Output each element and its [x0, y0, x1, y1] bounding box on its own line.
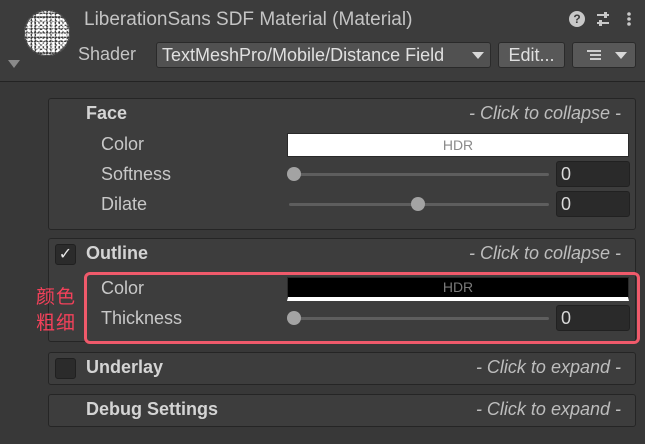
material-menu-button[interactable] — [572, 42, 636, 68]
outline-collapse-hint: - Click to collapse - — [468, 243, 621, 263]
face-color-field[interactable]: HDR — [287, 133, 629, 157]
underlay-enable-checkbox[interactable] — [55, 358, 76, 379]
debug-title: Debug Settings — [86, 399, 219, 419]
outline-enable-checkbox[interactable]: ✓ — [55, 244, 76, 265]
face-color-row: Color HDR — [49, 131, 635, 157]
annotation-highlight-box — [84, 272, 640, 344]
debug-section-header[interactable]: Debug Settings - Click to expand - — [49, 395, 635, 425]
chevron-down-icon — [615, 52, 627, 59]
help-icon[interactable]: ? — [569, 11, 585, 27]
annotation-thickness-text: 粗细 — [36, 313, 77, 334]
material-title: LiberationSans SDF Material (Material) — [84, 9, 413, 30]
outline-title: Outline — [86, 243, 148, 263]
underlay-title: Underlay — [86, 357, 164, 377]
face-title: Face — [86, 103, 128, 123]
underlay-section-header[interactable]: Underlay - Click to expand - — [49, 353, 635, 383]
face-section: Face - Click to collapse - Color HDR Sof… — [48, 98, 636, 230]
underlay-expand-hint: - Click to expand - — [475, 357, 621, 377]
face-softness-row: Softness 0 — [49, 161, 635, 187]
shader-value: TextMeshPro/Mobile/Distance Field — [162, 45, 445, 65]
shader-label: Shader — [78, 44, 137, 64]
material-header: LiberationSans SDF Material (Material) ?… — [0, 0, 645, 82]
softness-label: Softness — [101, 164, 172, 184]
chevron-down-icon — [472, 52, 484, 59]
face-collapse-hint: - Click to collapse - — [468, 103, 621, 123]
list-menu-icon — [587, 50, 601, 61]
more-options-icon[interactable] — [621, 9, 637, 29]
outline-section-header[interactable]: ✓ Outline - Click to collapse - — [49, 239, 635, 269]
softness-slider-track[interactable] — [289, 173, 549, 176]
debug-expand-hint: - Click to expand - — [475, 399, 621, 419]
shader-dropdown[interactable]: TextMeshPro/Mobile/Distance Field — [156, 42, 491, 68]
debug-section: Debug Settings - Click to expand - — [48, 394, 636, 427]
face-section-header[interactable]: Face - Click to collapse - — [49, 99, 635, 129]
softness-slider-thumb[interactable] — [287, 167, 301, 181]
dilate-label: Dilate — [101, 194, 148, 214]
foldout-arrow-icon[interactable] — [8, 60, 20, 68]
face-color-label: Color — [101, 134, 145, 154]
annotation-color-text: 颜色 — [36, 287, 77, 308]
dilate-input[interactable]: 0 — [556, 191, 630, 217]
edit-shader-button[interactable]: Edit... — [498, 42, 565, 68]
preset-settings-icon[interactable] — [595, 9, 611, 29]
softness-input[interactable]: 0 — [556, 161, 630, 187]
face-dilate-row: Dilate 0 — [49, 191, 635, 217]
material-preview — [24, 10, 70, 56]
dilate-slider-thumb[interactable] — [411, 197, 425, 211]
header-icons: ? — [569, 9, 637, 29]
underlay-section: Underlay - Click to expand - — [48, 352, 636, 385]
